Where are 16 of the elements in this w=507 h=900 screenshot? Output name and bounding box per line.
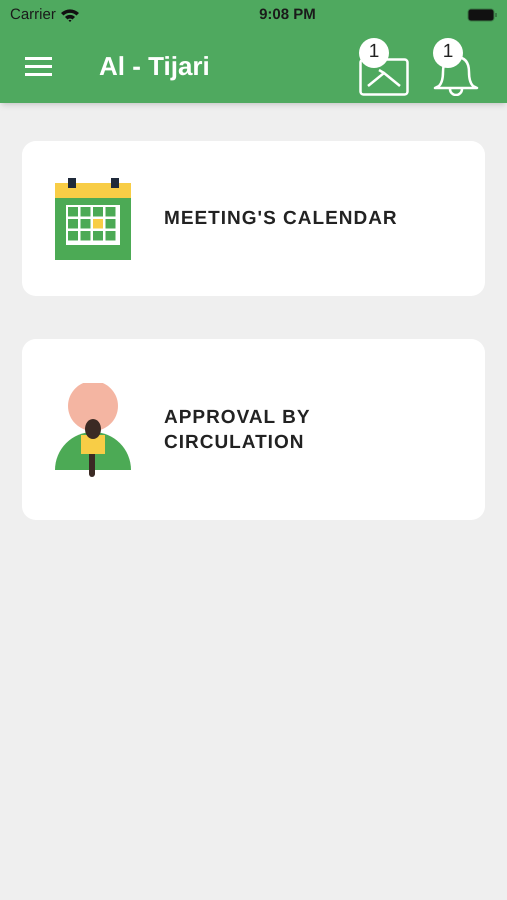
mail-button[interactable]: 1 [359,38,409,96]
card-label: MEETING'S CALENDAR [164,207,398,231]
menu-card[interactable]: APPROVAL BY CIRCULATION [22,339,485,520]
mail-badge: 1 [359,38,389,68]
calendar-icon [55,178,131,260]
card-label: APPROVAL BY CIRCULATION [164,406,312,454]
notification-badge: 1 [433,38,463,68]
battery-icon [466,8,497,22]
carrier-label: Carrier [10,4,56,25]
app-title: Al - Tijari [99,50,210,83]
menu-card[interactable]: MEETING'S CALENDAR [22,141,485,296]
speaker-icon [55,382,131,476]
menu-icon [25,57,52,76]
wifi-icon [60,8,80,22]
status-time: 9:08 PM [259,4,316,25]
notifications-button[interactable]: 1 [433,38,479,96]
